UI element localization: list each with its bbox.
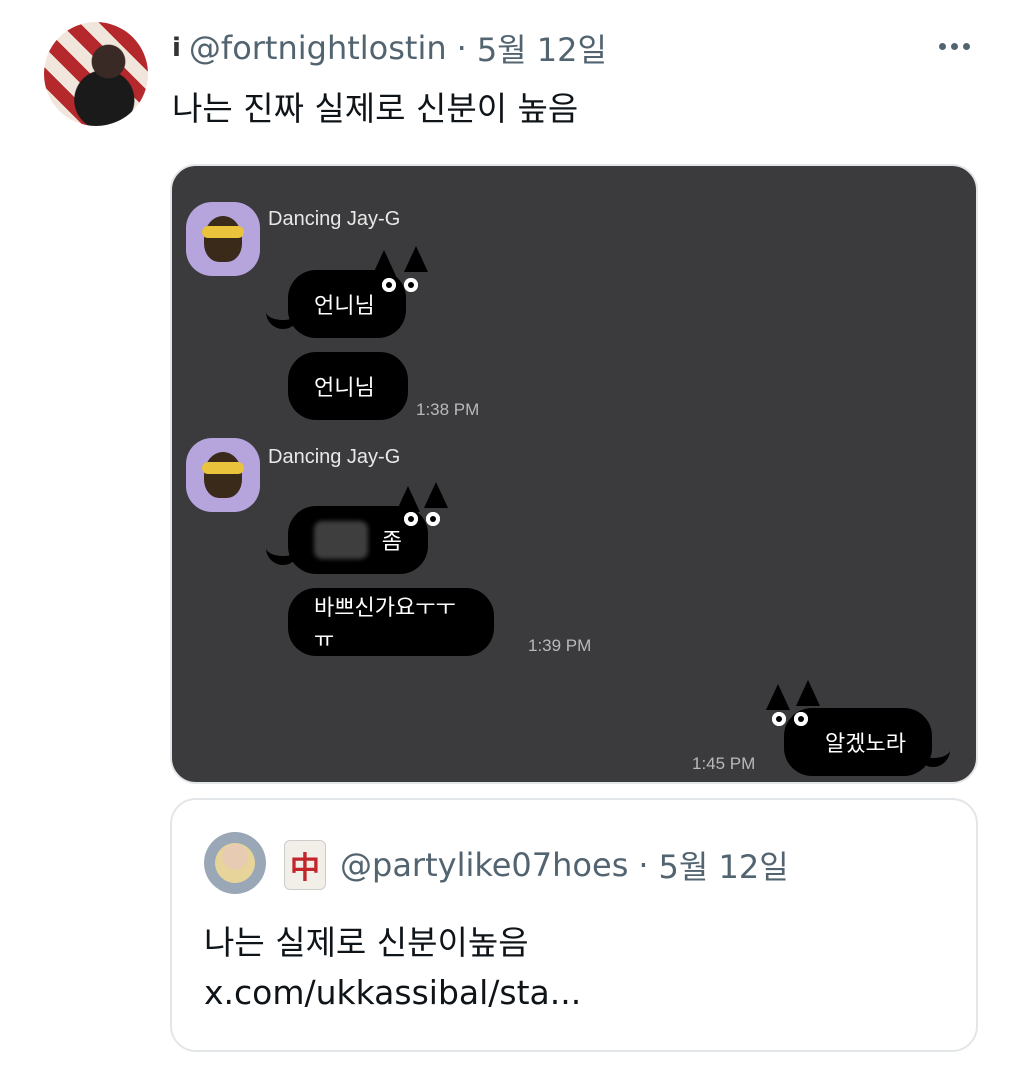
separator-dot: · (638, 846, 649, 884)
chat-bubble: 바쁘신가요ㅜㅜㅠ (288, 588, 494, 656)
cat-ear (372, 250, 396, 276)
cat-ear (396, 486, 420, 512)
author-handle[interactable]: @fortnightlostin (189, 29, 447, 67)
quoted-tweet-header: @partylike07hoes · 5월 12일 (340, 842, 789, 888)
cat-eye (404, 512, 418, 526)
blurred-content (314, 521, 368, 559)
tweet-media-image[interactable]: Dancing Jay-G 언니님 언니님 1:38 PM Dancing Ja… (170, 164, 978, 784)
message-text: 언니님 (314, 294, 375, 319)
cat-ear (796, 680, 820, 706)
reply-time: 1:45 PM (692, 754, 756, 773)
quoted-tweet-date[interactable]: 5월 12일 (659, 842, 789, 888)
separator-dot: · (456, 29, 467, 67)
mahjong-emoji-icon: 中 (284, 840, 326, 890)
cat-ear (404, 246, 428, 272)
sender-name: Dancing Jay-G (268, 446, 401, 468)
message-time: 1:38 PM (416, 400, 480, 419)
author-avatar[interactable] (44, 22, 148, 126)
cat-eye (426, 512, 440, 526)
tweet-date[interactable]: 5월 12일 (477, 25, 607, 71)
quoted-author-handle[interactable]: @partylike07hoes (340, 846, 628, 884)
cat-tail (916, 740, 950, 767)
cat-eye (794, 712, 808, 726)
message-text: 바쁘신가요ㅜㅜㅠ (314, 596, 456, 653)
message-text: 좀 (381, 530, 402, 555)
cat-ear (766, 684, 790, 710)
cat-eye (772, 712, 786, 726)
reply-text: 알겠노라 (825, 732, 906, 757)
message-time: 1:39 PM (528, 636, 592, 655)
message-text: 언니님 (314, 376, 375, 401)
tweet-header: i @fortnightlostin · 5월 12일 (172, 26, 607, 70)
quoted-tweet[interactable]: 中 @partylike07hoes · 5월 12일 나는 실제로 신분이높음… (170, 798, 978, 1052)
chat-bubble: 언니님 (288, 352, 408, 420)
cat-eye (382, 278, 396, 292)
quoted-text-line: 나는 실제로 신분이높음 (204, 923, 529, 962)
cat-eye (404, 278, 418, 292)
quoted-tweet-text: 나는 실제로 신분이높음 x.com/ukkassibal/sta... (204, 918, 581, 1018)
handle-prefix: i (172, 33, 181, 63)
more-options-icon[interactable] (926, 24, 982, 68)
quoted-author-avatar[interactable] (204, 832, 266, 894)
quoted-link[interactable]: x.com/ukkassibal/sta... (204, 968, 581, 1018)
sender-avatar (186, 202, 260, 276)
sender-name: Dancing Jay-G (268, 208, 401, 230)
cat-ear (424, 482, 448, 508)
sender-avatar (186, 438, 260, 512)
tweet-text: 나는 진짜 실제로 신분이 높음 (172, 89, 579, 128)
